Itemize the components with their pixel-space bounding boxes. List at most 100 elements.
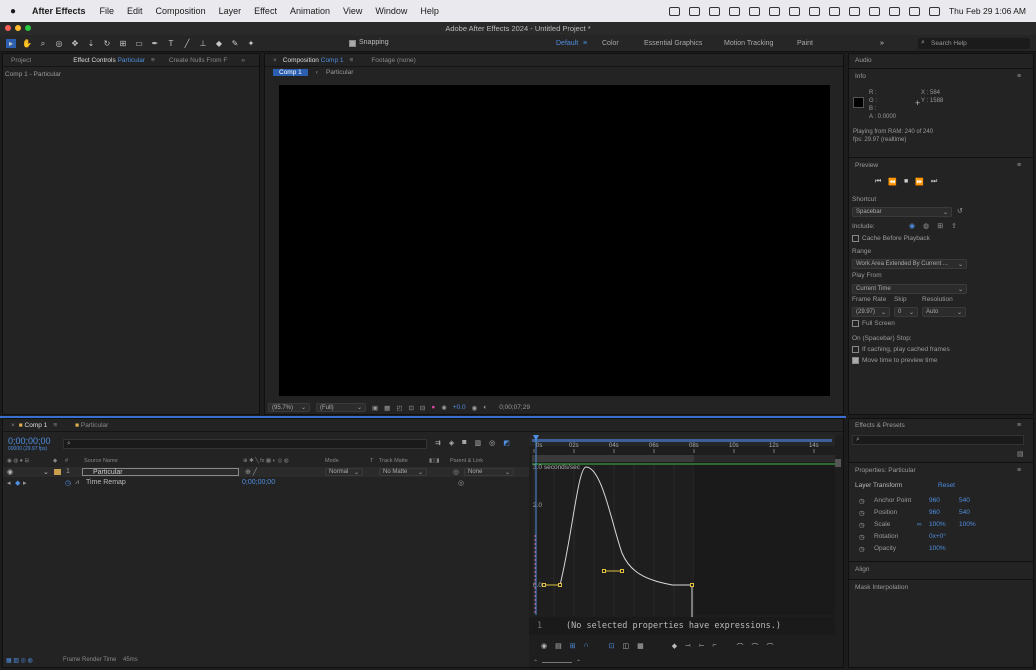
clock-icon[interactable] (828, 6, 840, 16)
cast-icon[interactable] (688, 6, 700, 16)
selection-tool-icon[interactable]: ▸ (6, 38, 16, 48)
region-of-interest-icon[interactable]: ▣ (372, 404, 378, 412)
close-tab-icon[interactable]: × (273, 57, 277, 64)
brush-tool-icon[interactable]: ╱ (182, 39, 192, 48)
creative-cloud-icon[interactable] (748, 6, 760, 16)
menu-composition[interactable]: Composition (156, 6, 206, 16)
external-video-icon[interactable]: ⇪ (951, 222, 957, 230)
rotate-tool-icon[interactable]: ↻ (102, 39, 112, 48)
graph-editor[interactable]: 0s 02s 04s 06s 08s 10s 12s 14s 3.0 seconds/sec 2.… (529, 435, 843, 667)
label-color[interactable] (54, 469, 61, 475)
close-window-button[interactable] (5, 25, 11, 31)
eye-icon[interactable]: ◉ (7, 468, 13, 476)
siri-icon[interactable] (928, 6, 940, 16)
search-help-box[interactable]: ⌕ Search Help (918, 38, 1030, 49)
menu-effect[interactable]: Effect (254, 6, 277, 16)
time-remap-value[interactable]: 0;00;00;00 (242, 479, 275, 486)
tab-project[interactable]: Project (11, 57, 31, 64)
range-dropdown[interactable]: Work Area Extended By Current ... ⌄ (852, 259, 967, 269)
crumb-particular[interactable]: Particular (326, 69, 353, 76)
next-frame-icon[interactable]: ⏩ (915, 178, 924, 186)
auto-bezier-icon[interactable]: ⌐ (712, 642, 716, 652)
if-caching[interactable]: If caching, play cached frames (852, 346, 950, 353)
expression-pickwhip-icon[interactable]: ◎ (458, 479, 464, 487)
zoom-out-icon[interactable]: ⌃ (533, 659, 538, 666)
easy-ease-icon[interactable]: ⌒ (736, 642, 743, 652)
preview-panel-title[interactable]: Preview (855, 162, 878, 169)
fit-selection-icon[interactable]: ⊡ (609, 642, 615, 652)
motion-blur-icon[interactable]: ◎ (489, 439, 495, 447)
property-value-1[interactable]: 0x+0° (929, 533, 946, 540)
hold-icon[interactable]: ⤙ (685, 642, 691, 652)
resolution-dropdown[interactable]: (Full) ⌄ (316, 403, 366, 412)
apple-icon[interactable]: ● (10, 6, 24, 17)
keyframe-icon[interactable]: ◆ (15, 479, 20, 487)
zoom-slider-track[interactable] (542, 662, 573, 663)
info-panel-title[interactable]: Info (855, 73, 866, 80)
pan-tool-icon[interactable]: ✥ (70, 39, 80, 48)
tab-effect-controls[interactable]: Effect Controls Particular (73, 57, 145, 64)
audio-panel-title[interactable]: Audio (855, 57, 872, 64)
workspace-paint[interactable]: Paint (797, 35, 813, 52)
graph-editor-icon[interactable]: ◩ (503, 439, 510, 447)
grammarly-icon[interactable] (768, 6, 780, 16)
layer-row[interactable]: ◉ ⌄ 1 Particular ⊕ ╱ Normal ⌄ No Matte ⌄ ◎… (3, 467, 529, 477)
graph-toggle-icon[interactable]: ⩘ (75, 479, 79, 487)
stopwatch-icon[interactable]: ◷ (859, 533, 865, 541)
first-frame-icon[interactable]: ⏮ (875, 178, 881, 186)
search-help-placeholder[interactable]: Search Help (931, 40, 967, 47)
composition-flowchart-icon[interactable]: ⇉ (435, 439, 441, 447)
moon-icon[interactable] (808, 6, 820, 16)
close-timeline-tab-icon[interactable]: × (11, 422, 15, 429)
workspace-essential-graphics[interactable]: Essential Graphics (644, 35, 702, 52)
effects-presets-title[interactable]: Effects & Presets (855, 422, 905, 429)
zoom-window-button[interactable] (25, 25, 31, 31)
current-timecode[interactable]: 0;00;00;00 (8, 436, 51, 446)
menu-edit[interactable]: Edit (127, 6, 143, 16)
snapping-checkbox[interactable] (349, 40, 356, 47)
stopwatch-icon[interactable]: ◷ (65, 479, 71, 487)
draft-3d-icon[interactable]: ◈ (449, 439, 454, 447)
stopwatch-icon[interactable]: ◷ (859, 509, 865, 517)
menu-file[interactable]: File (100, 6, 115, 16)
hand-tool-icon[interactable]: ✋ (22, 39, 32, 48)
control-center-icon[interactable] (908, 6, 920, 16)
stopwatch-icon[interactable]: ◷ (859, 497, 865, 505)
tab-composition[interactable]: Composition Comp 1 (283, 57, 344, 64)
workspace-motion-tracking[interactable]: Motion Tracking (724, 35, 773, 52)
stop-icon[interactable]: ■ (904, 178, 908, 186)
move-time[interactable]: Move time to preview time (852, 357, 938, 364)
property-value-1[interactable]: 100% (929, 521, 946, 528)
expression-field[interactable]: 1 (No selected properties have expressio… (529, 617, 835, 635)
skip-dropdown[interactable]: 0 ⌄ (894, 307, 918, 317)
move-time-checkbox[interactable] (852, 357, 859, 364)
workspace-color[interactable]: Color (602, 35, 619, 52)
menubar-datetime[interactable]: Thu Feb 29 1:06 AM (949, 6, 1026, 16)
source-name-header[interactable]: Source Name (84, 458, 118, 464)
prev-frame-icon[interactable]: ⏪ (888, 178, 897, 186)
more-workspaces-icon[interactable]: » (880, 35, 884, 52)
stopwatch-icon[interactable]: ◷ (859, 521, 865, 529)
mask-interpolation-title[interactable]: Mask Interpolation (855, 584, 908, 591)
effects-menu-icon[interactable]: ≡ (1017, 422, 1021, 429)
property-value-1[interactable]: 100% (929, 545, 946, 552)
snapshot-icon[interactable]: ◉ (472, 404, 478, 412)
audio-toggle-icon[interactable]: ◍ (923, 222, 929, 230)
puppet-tool-icon[interactable]: ✦ (246, 39, 256, 48)
tab-footage[interactable]: Footage (none) (371, 57, 415, 64)
constrain-proportions-icon[interactable]: ∞ (917, 521, 922, 528)
play-from-dropdown[interactable]: Current Time ⌄ (852, 284, 967, 294)
tab-create-nulls[interactable]: Create Nulls From F (169, 57, 228, 64)
menu-animation[interactable]: Animation (290, 6, 330, 16)
property-value-2[interactable]: 540 (959, 509, 970, 516)
next-keyframe-icon[interactable]: ▸ (23, 479, 27, 487)
layer-search-input[interactable]: ⌕ (63, 439, 427, 449)
overlays-toggle-icon[interactable]: ⊞ (937, 222, 943, 230)
easy-ease-in-icon[interactable]: ⌒ (751, 642, 758, 652)
preview-resolution-dropdown[interactable]: Auto ⌄ (922, 307, 966, 317)
comp-tab-menu-icon[interactable]: ≡ (350, 57, 354, 64)
rectangle-tool-icon[interactable]: ▭ (134, 39, 144, 48)
menu-window[interactable]: Window (375, 6, 407, 16)
easy-ease-out-icon[interactable]: ⌒ (766, 642, 773, 652)
guides-icon[interactable]: ⊡ (408, 404, 413, 412)
